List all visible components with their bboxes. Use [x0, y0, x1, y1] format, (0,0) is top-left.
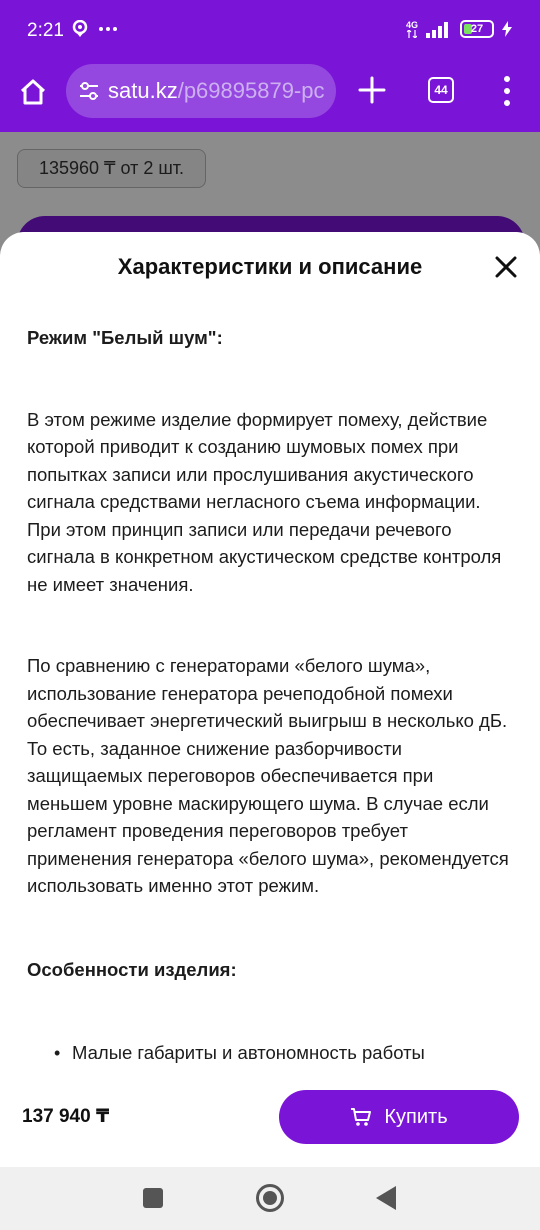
tabs-count-button[interactable]: 44	[428, 77, 454, 103]
description-sheet: Характеристики и описание Режим "Белый ш…	[0, 232, 540, 1167]
bullet-icon: •	[54, 1043, 61, 1063]
status-notification-icons	[72, 20, 118, 38]
system-nav-bar	[0, 1167, 540, 1230]
battery-level: 27	[470, 23, 484, 35]
data-arrows-icon	[406, 29, 417, 38]
charging-icon	[502, 21, 512, 37]
address-bar[interactable]: satu.kz/p69895879-pc	[66, 64, 336, 118]
battery-icon: 27	[460, 20, 494, 38]
cart-icon	[351, 1108, 372, 1126]
list-item: • Малые габариты и автономность работы	[27, 1039, 512, 1068]
home-nav-icon[interactable]	[256, 1184, 284, 1212]
back-icon[interactable]	[376, 1186, 396, 1210]
browser-toolbar: satu.kz/p69895879-pc 44	[0, 62, 540, 132]
home-button[interactable]	[15, 72, 51, 112]
more-vert-icon[interactable]	[498, 76, 516, 106]
network-type: 4G	[405, 19, 418, 38]
paragraph-comparison: По сравнению с генераторами «белого шума…	[27, 655, 509, 896]
tune-icon[interactable]	[78, 81, 100, 101]
description-content: Режим "Белый шум": В этом режиме изделие…	[27, 324, 512, 1068]
buy-button-label: Купить	[384, 1105, 448, 1128]
paragraph-white-noise-mode: В этом режиме изделие формирует помеху, …	[27, 408, 502, 595]
section-heading-features: Особенности изделия:	[27, 958, 237, 980]
url-domain: satu.kz	[108, 78, 178, 103]
network-label: 4G	[405, 19, 418, 30]
product-price: 137 940 ₸	[22, 1106, 110, 1127]
sheet-title: Характеристики и описание	[117, 254, 423, 279]
more-notifications-icon	[99, 27, 117, 31]
url-text[interactable]: satu.kz/p69895879-pc	[108, 78, 325, 104]
status-system-icons: 4G 27	[406, 20, 512, 38]
feature-text: Малые габариты и автономность работы	[72, 1042, 425, 1063]
plus-icon[interactable]	[356, 74, 388, 106]
recents-icon[interactable]	[143, 1188, 163, 1208]
location-pin-icon	[72, 20, 88, 37]
close-icon[interactable]	[494, 255, 518, 279]
signal-icon	[426, 22, 448, 38]
purchase-bar: 137 940 ₸ Купить	[0, 1090, 540, 1167]
url-path: /p69895879-pc	[177, 78, 325, 103]
home-icon	[20, 79, 46, 105]
buy-button[interactable]: Купить	[279, 1090, 519, 1144]
section-heading-white-noise: Режим "Белый шум":	[27, 327, 223, 348]
status-bar: 2:21 4G 27	[0, 0, 540, 62]
status-time: 2:21	[27, 20, 64, 41]
